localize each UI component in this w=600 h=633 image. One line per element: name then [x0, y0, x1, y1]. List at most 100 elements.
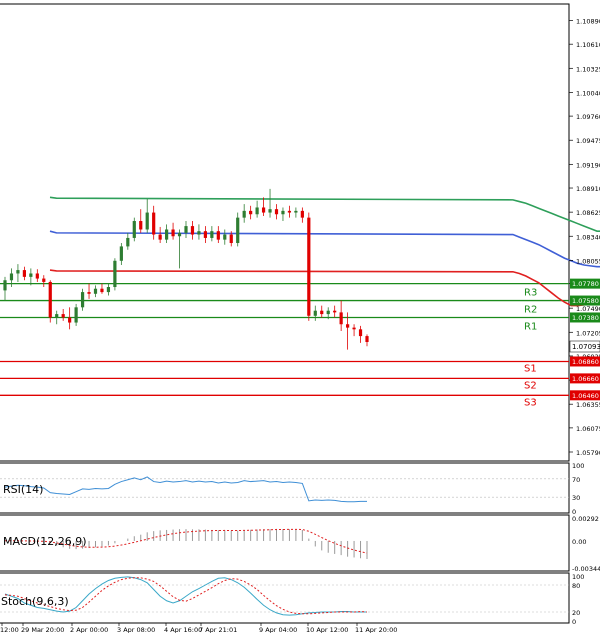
stoch-label: Stoch(9,6,3): [1, 595, 69, 608]
candle-body-up: [93, 288, 98, 294]
candle-body-up: [294, 210, 298, 213]
price-tick-label: 1.05790: [576, 449, 600, 457]
candle-body-up: [145, 212, 149, 230]
time-tick-label: 4 Apr 16:00: [164, 626, 202, 633]
candle-body-down: [100, 288, 104, 293]
candle-body-up: [177, 232, 182, 237]
candle-body-down: [339, 312, 343, 325]
candle-body-down: [229, 234, 233, 244]
candle-body-up: [80, 292, 85, 308]
price-tick-label: 1.09760: [576, 113, 600, 121]
candle-body-down: [61, 314, 65, 318]
candle-body-up: [184, 226, 188, 233]
stoch-tick-label: 80: [572, 582, 580, 590]
candle-body-up: [223, 234, 227, 240]
level-price-tag-label: 1.06860: [572, 358, 599, 366]
level-label-s1: S1: [524, 363, 537, 374]
time-tick-label: 10 Apr 12:00: [306, 626, 348, 633]
macd-tick-label: 0.00292: [572, 515, 599, 523]
candle-body-down: [68, 317, 72, 323]
level-price-tag-label: 1.06660: [572, 375, 599, 383]
level-price-tag-label: 1.07380: [572, 314, 599, 322]
time-tick-label: 11 Apr 20:00: [355, 626, 397, 633]
candle-body-up: [197, 231, 201, 235]
candle-body-up: [74, 307, 78, 323]
rsi-tick-label: 30: [572, 494, 580, 502]
candle-body-down: [287, 210, 292, 213]
candle-body-down: [249, 210, 253, 215]
candle-body-up: [3, 280, 7, 291]
level-price-tag-label: 1.07780: [572, 280, 599, 288]
candle-body-up: [268, 209, 272, 213]
candle-body-up: [313, 310, 317, 316]
candle-body-down: [320, 310, 324, 315]
level-label-r1: R1: [524, 321, 537, 332]
price-tick-label: 1.07205: [576, 329, 600, 337]
candle-body-up: [119, 246, 123, 261]
price-tick-label: 1.08055: [576, 257, 600, 265]
time-tick-label: 12:00: [0, 626, 19, 633]
candle-body-down: [346, 324, 350, 328]
level-price-tag-label: 1.06460: [572, 392, 599, 400]
price-tick-label: 1.06355: [576, 401, 600, 409]
time-tick-label: 29 Mar 20:00: [21, 626, 64, 633]
stoch-tick-label: 20: [572, 609, 580, 617]
candle-body-up: [16, 270, 20, 274]
price-tick-label: 1.07490: [576, 305, 600, 313]
price-tick-label: 1.10040: [576, 89, 600, 97]
candle-body-down: [274, 209, 279, 215]
price-tick-label: 1.10325: [576, 65, 600, 73]
candle-body-down: [365, 336, 369, 343]
price-tick-label: 1.09190: [576, 161, 600, 169]
candle-body-up: [113, 260, 117, 288]
candle-body-down: [35, 273, 39, 279]
level-label-r3: R3: [524, 288, 537, 299]
price-tick-label: 1.08910: [576, 185, 600, 193]
candle-body-down: [300, 210, 304, 218]
current-price-tag: 1.07093: [569, 340, 600, 353]
candle-body-down: [261, 207, 266, 213]
candle-body-down: [352, 327, 356, 330]
candle-body-up: [236, 217, 240, 244]
candle-body-up: [9, 273, 14, 281]
macd-tick-label: -0.00344: [572, 565, 600, 573]
time-tick-label: 3 Apr 08:00: [117, 626, 155, 633]
current-price-label: 1.07093: [572, 343, 600, 351]
macd-tick-label: 0.00: [572, 538, 586, 546]
candle-body-up: [281, 210, 285, 215]
price-tick-label: 1.06075: [576, 425, 600, 433]
price-tick-label: 1.08340: [576, 233, 600, 241]
time-tick-label: 2 Apr 00:00: [70, 626, 108, 633]
candle-body-up: [55, 314, 59, 318]
candle-body-down: [171, 229, 175, 237]
price-tick-label: 1.10610: [576, 41, 600, 49]
level-label-r2: R2: [524, 305, 537, 316]
stoch-tick-label: 100: [572, 573, 584, 581]
price-tick-label: 1.08625: [576, 209, 600, 217]
candle-body-up: [106, 287, 111, 293]
candle-body-up: [255, 207, 259, 215]
candle-body-up: [326, 310, 330, 315]
stoch-tick-label: 0: [572, 618, 576, 626]
rsi-tick-label: 70: [572, 476, 580, 484]
price-tick-label: 1.10890: [576, 18, 600, 26]
candle-body-up: [126, 237, 130, 247]
candle-body-up: [165, 229, 169, 240]
price-tick-label: 1.09475: [576, 137, 600, 145]
time-tick-label: 7 Apr 21:01: [199, 626, 237, 633]
candle-body-down: [48, 281, 52, 318]
rsi-label: RSI(14): [3, 483, 43, 496]
time-tick-label: 9 Apr 04:00: [259, 626, 297, 633]
candle-body-down: [307, 217, 311, 316]
candle-body-up: [132, 221, 136, 238]
candle-body-up: [242, 210, 246, 218]
candle-body-down: [216, 231, 220, 240]
candle-body-down: [358, 329, 363, 337]
candle-body-down: [333, 310, 337, 313]
candle-body-down: [158, 234, 162, 240]
level-label-s2: S2: [524, 380, 537, 391]
trading-chart[interactable]: R3 R2 R1 S1 S2 S3 1.10890 1.10610 1.10325 1.1004…: [0, 0, 600, 633]
candle-body-down: [152, 212, 156, 235]
candle-body-up: [210, 231, 214, 238]
candle-body-down: [22, 270, 26, 277]
